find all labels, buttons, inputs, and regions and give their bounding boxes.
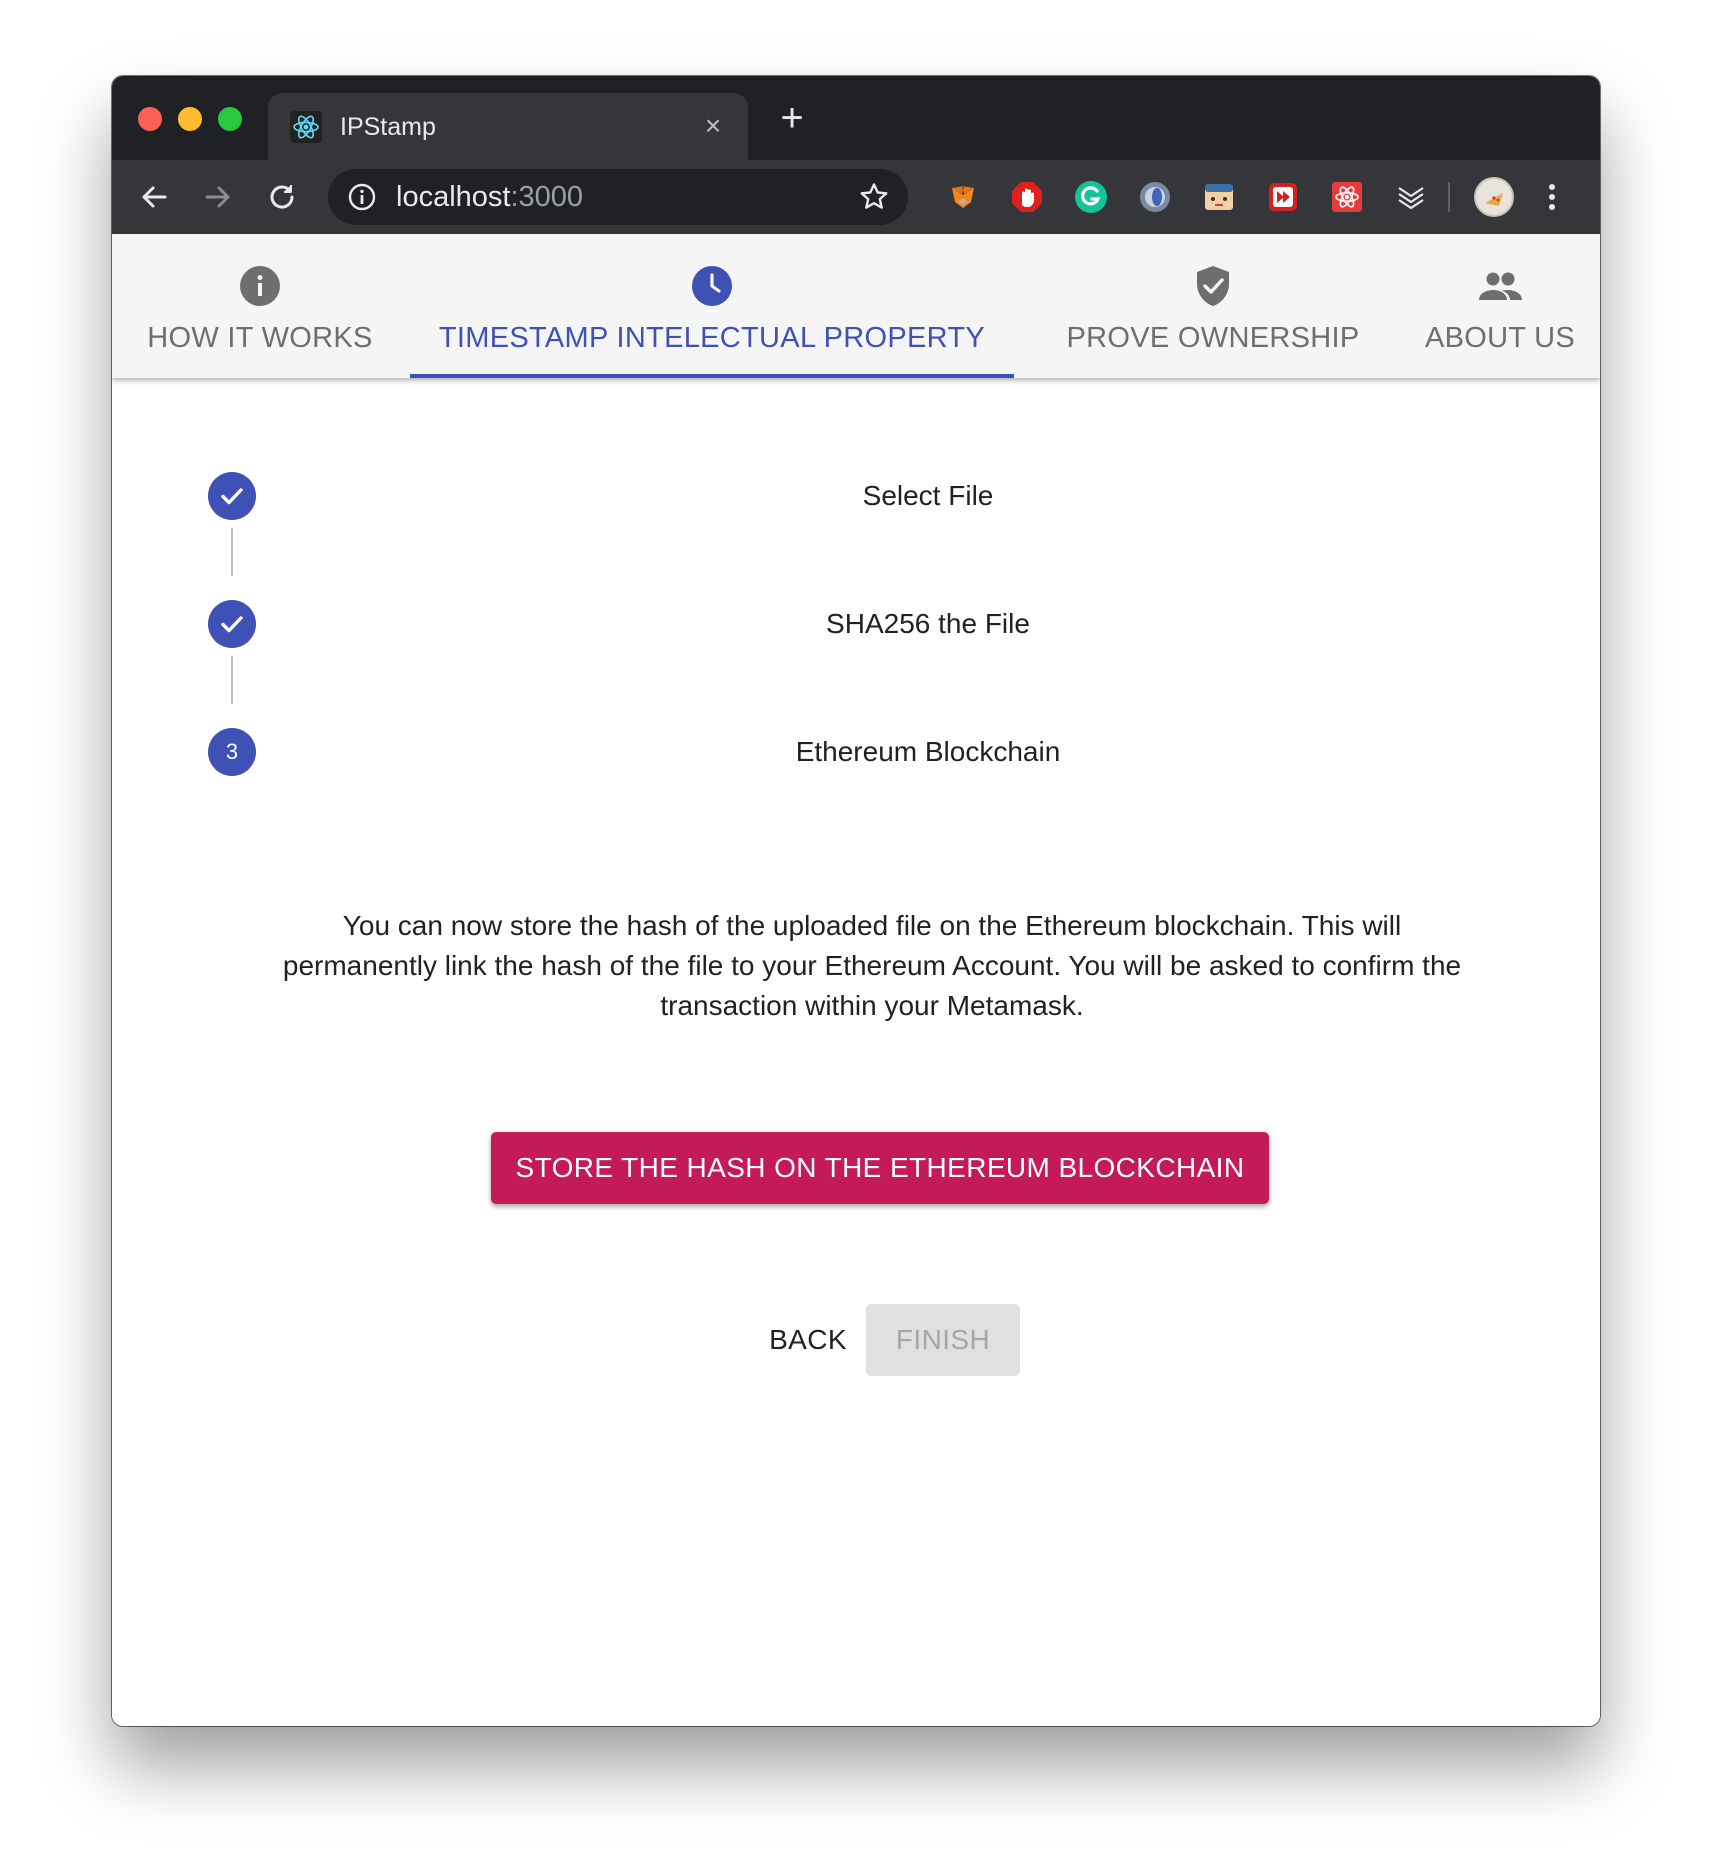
step-connector (231, 656, 233, 704)
browser-tab[interactable]: IPStamp × (268, 93, 748, 160)
react-favicon-icon (290, 111, 322, 143)
react-devtools-icon[interactable] (1330, 180, 1364, 214)
layers-icon[interactable] (1394, 180, 1428, 214)
step-2-label: SHA256 the File (826, 608, 1030, 639)
clock-icon (690, 264, 734, 308)
grammarly-icon[interactable] (1074, 180, 1108, 214)
extension-red-play-icon[interactable] (1266, 180, 1300, 214)
app-tab-bar: HOW IT WORKS TIMESTAMP INTELECTUAL PROPE… (112, 234, 1600, 378)
forward-arrow-icon[interactable] (198, 177, 238, 217)
tab-timestamp-ip[interactable]: TIMESTAMP INTELECTUAL PROPERTY (410, 234, 1014, 378)
extension-face-icon[interactable] (1202, 180, 1236, 214)
new-tab-button[interactable]: + (772, 98, 812, 138)
step-3-number: 3 (208, 728, 256, 776)
tab-label: PROVE OWNERSHIP (1066, 322, 1360, 354)
tab-label: TIMESTAMP INTELECTUAL PROPERTY (438, 322, 986, 354)
back-button[interactable]: BACK (746, 1304, 870, 1376)
maximize-window-button[interactable] (218, 107, 242, 131)
store-hash-button[interactable]: STORE THE HASH ON THE ETHEREUM BLOCKCHAI… (491, 1132, 1269, 1204)
step-1-label: Select File (862, 480, 994, 511)
more-menu-icon[interactable] (1544, 177, 1560, 217)
close-window-button[interactable] (138, 107, 162, 131)
url-text: localhost:3000 (396, 181, 584, 213)
tab-how-it-works[interactable]: HOW IT WORKS (112, 234, 408, 378)
browser-toolbar: localhost:3000 (112, 160, 1600, 234)
tab-title: IPStamp (340, 113, 436, 141)
browser-titlebar: IPStamp × + (112, 76, 1600, 160)
bookmark-star-icon[interactable] (858, 181, 890, 213)
step-2-completed-icon (208, 600, 256, 648)
info-icon (238, 264, 282, 308)
metamask-icon[interactable] (946, 180, 980, 214)
active-tab-indicator (410, 374, 1014, 378)
tab-close-icon[interactable]: × (698, 111, 728, 141)
step-description: You can now store the hash of the upload… (282, 910, 1462, 1021)
adblock-icon[interactable] (1010, 180, 1044, 214)
step-connector (231, 528, 233, 576)
shield-check-icon (1191, 264, 1235, 308)
step-3-label: Ethereum Blockchain (795, 736, 1061, 767)
browser-window: IPStamp × + localhost:3000 HOW IT WORKS … (112, 76, 1600, 1726)
minimize-window-button[interactable] (178, 107, 202, 131)
back-arrow-icon[interactable] (134, 177, 174, 217)
finish-button: FINISH (866, 1304, 1020, 1376)
tab-label: ABOUT US (1424, 322, 1576, 354)
toolbar-divider (1448, 182, 1450, 212)
reload-icon[interactable] (262, 177, 302, 217)
people-icon (1478, 264, 1522, 308)
extension-blue-icon[interactable] (1138, 180, 1172, 214)
tab-label: HOW IT WORKS (147, 322, 373, 354)
tab-prove-ownership[interactable]: PROVE OWNERSHIP (1050, 234, 1376, 378)
site-info-icon[interactable] (348, 183, 376, 211)
main-content: Select File SHA256 the File 3 Ethereum B… (112, 378, 1600, 1726)
profile-avatar[interactable] (1474, 177, 1514, 217)
step-1-completed-icon (208, 472, 256, 520)
tab-about-us[interactable]: ABOUT US (1400, 234, 1600, 378)
address-bar[interactable]: localhost:3000 (328, 169, 908, 225)
